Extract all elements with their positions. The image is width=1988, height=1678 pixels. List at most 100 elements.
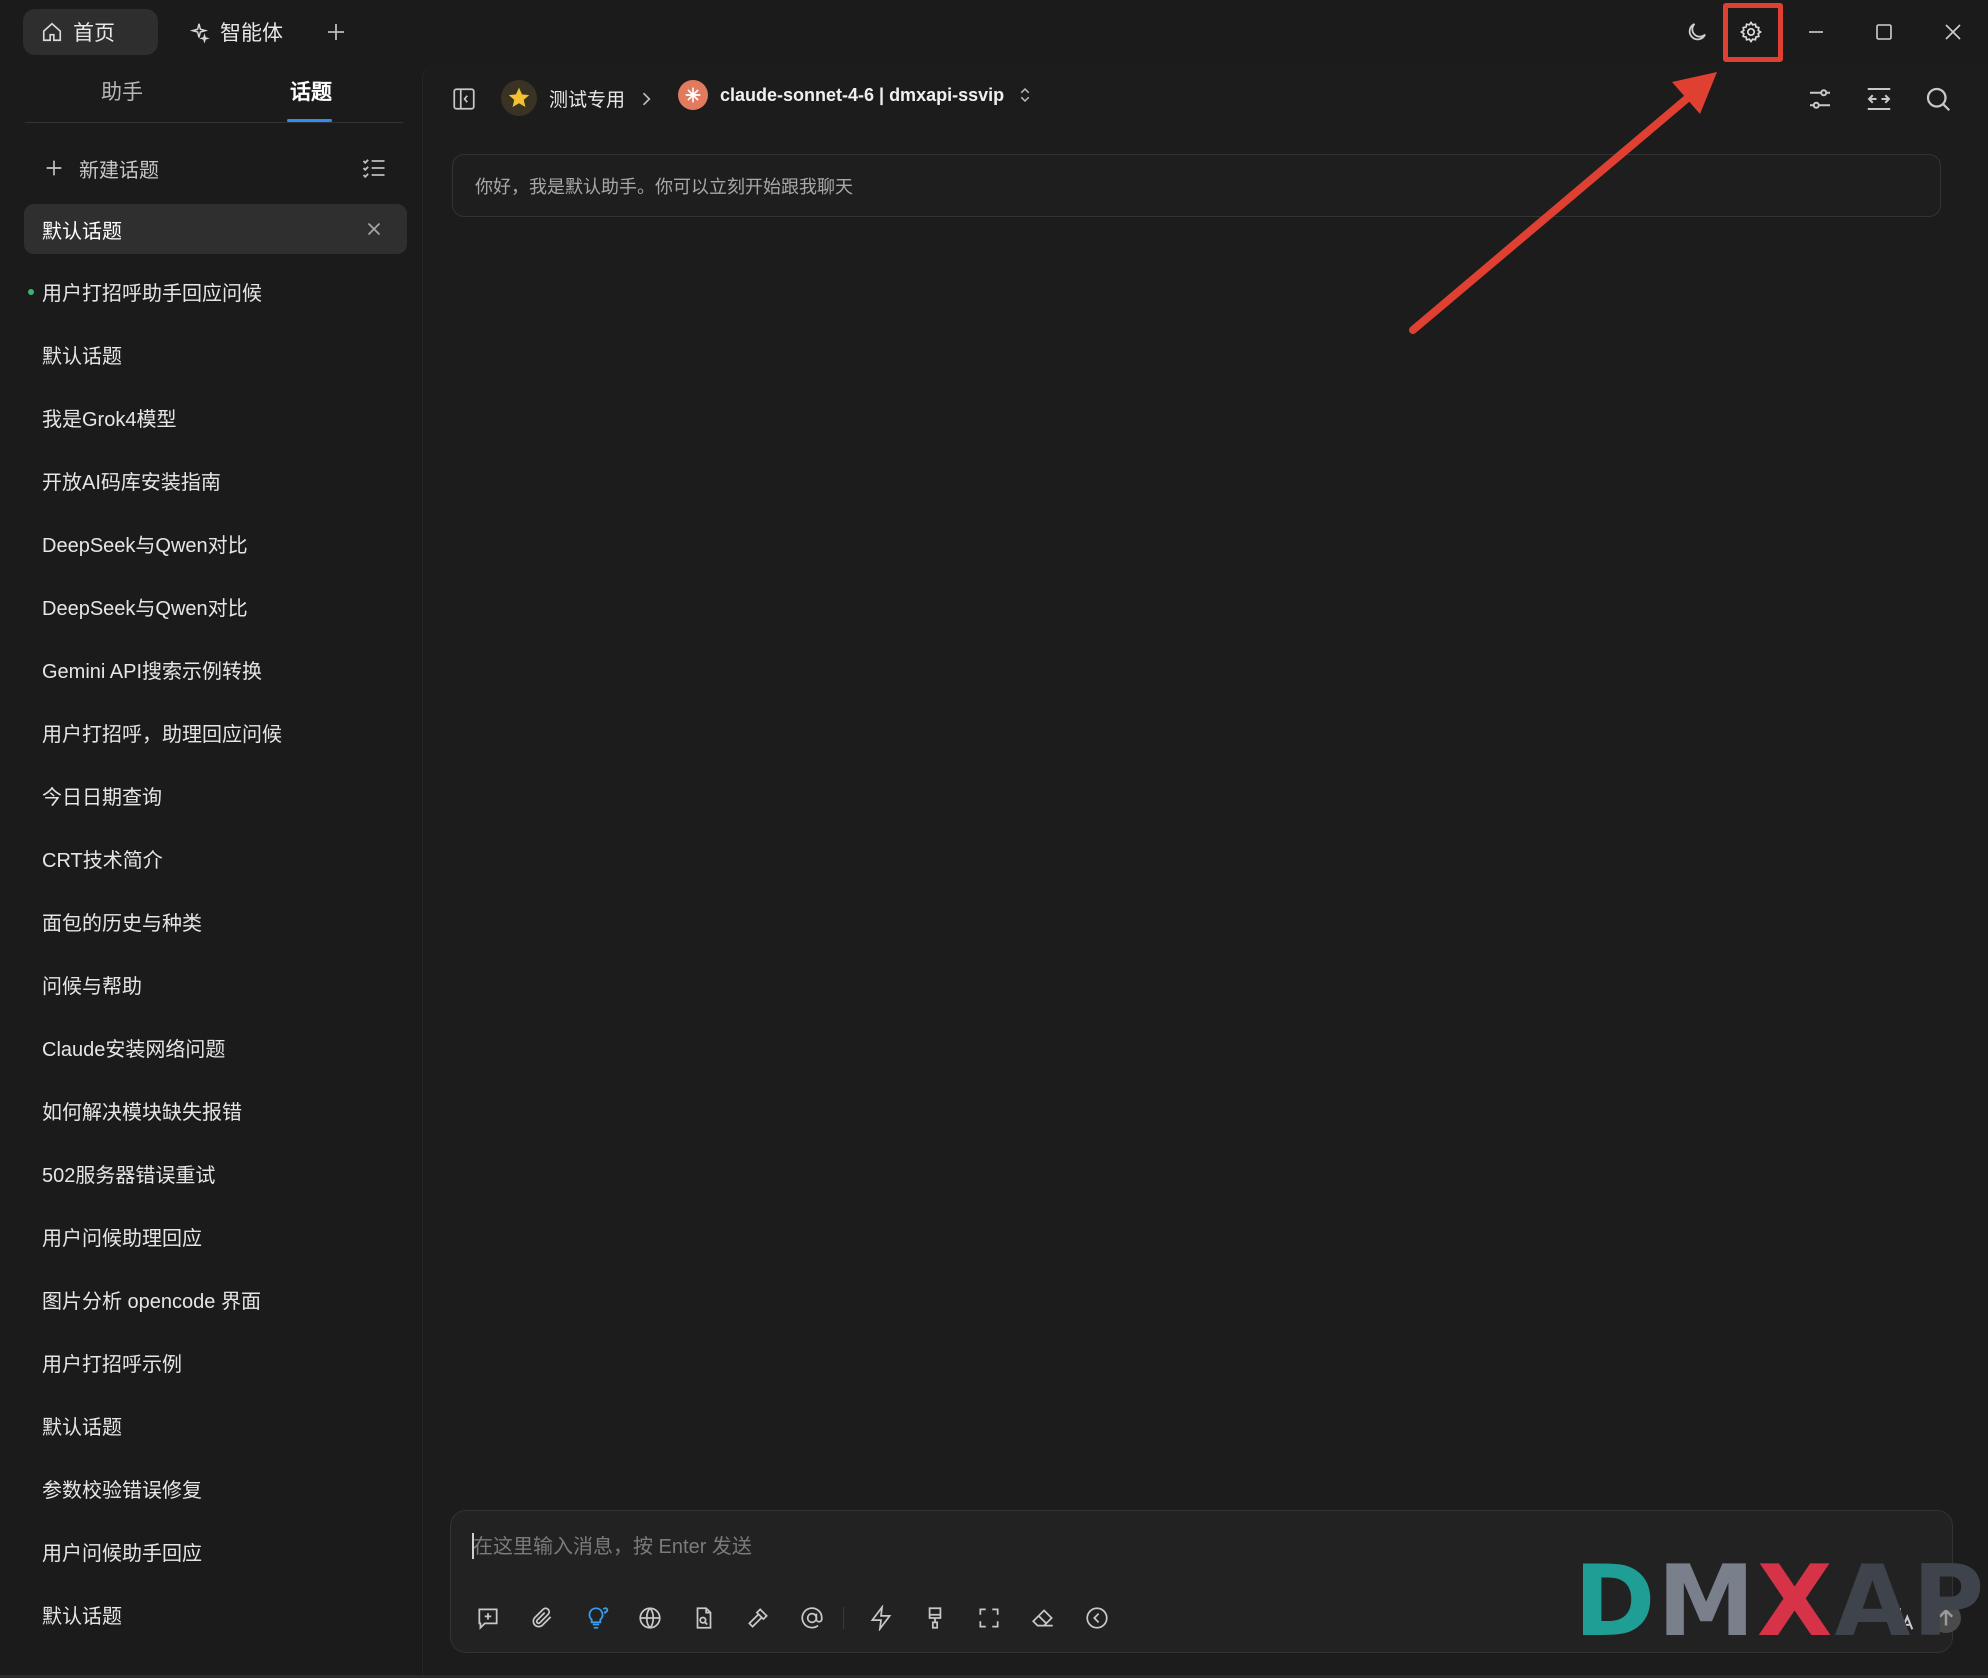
topic-label: CRT技术简介 [42, 850, 163, 872]
topic-label: 图片分析 opencode 界面 [42, 1291, 261, 1313]
settings-sliders-icon[interactable] [1805, 84, 1835, 114]
topic-label: 问候与帮助 [42, 976, 142, 998]
topic-item[interactable]: Gemini API搜索示例转换 [0, 638, 420, 701]
globe-icon [639, 1607, 661, 1629]
maximize-icon [1876, 24, 1892, 40]
topic-label: DeepSeek与Qwen对比 [42, 535, 248, 557]
topic-item[interactable]: DeepSeek与Qwen对比 [0, 512, 420, 575]
tab-home-label: 首页 [73, 22, 115, 45]
topic-item[interactable]: 今日日期查询 [0, 764, 420, 827]
tab-agents-label: 智能体 [220, 22, 283, 45]
assistant-selector[interactable]: 测试专用 [501, 80, 625, 116]
topic-item[interactable]: 默认话题 [0, 1394, 420, 1457]
topic-label: 用户打招呼，助理回应问候 [42, 724, 282, 746]
paint-brush-icon [928, 1607, 942, 1629]
topic-label: 面包的历史与种类 [42, 913, 202, 935]
expand-width-icon[interactable] [1864, 84, 1894, 114]
theme-toggle-button[interactable] [1674, 10, 1720, 54]
chevron-left-circle-icon [1086, 1607, 1108, 1629]
paperclip-icon [532, 1607, 552, 1628]
topic-label: 默认话题 [42, 1417, 122, 1439]
close-icon [1945, 24, 1961, 40]
home-icon [42, 22, 62, 42]
message-input[interactable] [471, 1527, 1571, 1567]
topic-label: 我是Grok4模型 [42, 409, 177, 431]
sparkle-icon [189, 23, 210, 43]
expand-icon [979, 1608, 999, 1628]
fullscreen-button[interactable] [972, 1601, 1006, 1635]
zap-icon [870, 1605, 892, 1631]
topic-label: Claude安装网络问题 [42, 1039, 226, 1061]
claude-logo-icon [678, 80, 708, 110]
topic-label: 如何解决模块缺失报错 [42, 1102, 242, 1124]
new-topic-tool-button[interactable] [471, 1601, 505, 1635]
close-icon[interactable] [363, 218, 385, 240]
new-topic-button[interactable]: 新建话题 [43, 150, 159, 186]
watermark-letter: M [1657, 1545, 1757, 1659]
tab-agents[interactable]: 智能体 [170, 9, 305, 55]
topic-active-label: 默认话题 [42, 220, 122, 243]
clear-format-button[interactable] [918, 1601, 952, 1635]
message-plus-icon [478, 1608, 498, 1630]
chat-panel: 测试专用 claude-sonnet-4-6 | dmxapi-ssvip 你好… [422, 64, 1988, 1678]
topic-item[interactable]: 开放AI码库安装指南 [0, 449, 420, 512]
topic-item[interactable]: 面包的历史与种类 [0, 890, 420, 953]
quick-phrases-button[interactable] [864, 1601, 898, 1635]
topic-label: 用户问候助理回应 [42, 1228, 202, 1250]
maximize-button[interactable] [1861, 10, 1907, 54]
moon-icon [1688, 23, 1706, 41]
watermark-letter: P [1912, 1545, 1987, 1659]
topic-item-active[interactable]: 默认话题 [24, 204, 407, 254]
topic-label: 参数校验错误修复 [42, 1480, 202, 1502]
file-search-icon [696, 1607, 712, 1629]
topic-item[interactable]: 用户打招呼示例 [0, 1331, 420, 1394]
clear-context-button[interactable] [1026, 1601, 1060, 1635]
topic-item[interactable]: 默认话题 [0, 323, 420, 386]
search-icon[interactable] [1923, 84, 1953, 114]
tab-home[interactable]: 首页 [23, 9, 158, 55]
topic-item[interactable]: 默认话题 [0, 1583, 420, 1646]
topic-item[interactable]: 我是Grok4模型 [0, 386, 420, 449]
sidebar-toggle-icon[interactable] [451, 86, 477, 112]
topic-item[interactable]: 用户问候助手回应 [0, 1520, 420, 1583]
chevron-updown-icon [1020, 87, 1030, 103]
segment-assistants[interactable]: 助手 [101, 76, 143, 106]
segment-topics[interactable]: 话题 [290, 76, 332, 106]
minimize-button[interactable] [1793, 10, 1839, 54]
list-checks-icon[interactable] [360, 154, 388, 182]
topic-item[interactable]: 图片分析 opencode 界面 [0, 1268, 420, 1331]
knowledge-base-button[interactable] [687, 1601, 721, 1635]
topic-item[interactable]: CRT技术简介 [0, 827, 420, 890]
model-selector[interactable]: claude-sonnet-4-6 | dmxapi-ssvip [678, 80, 1034, 110]
mcp-tools-button[interactable] [741, 1601, 775, 1635]
topic-item[interactable]: 参数校验错误修复 [0, 1457, 420, 1520]
lightbulb-icon [588, 1607, 609, 1629]
topic-item[interactable]: DeepSeek与Qwen对比 [0, 575, 420, 638]
topic-item[interactable]: 用户问候助理回应 [0, 1205, 420, 1268]
topic-item[interactable]: 用户打招呼助手回应问候 [0, 260, 420, 323]
close-window-button[interactable] [1930, 10, 1976, 54]
segment-divider [25, 122, 403, 123]
plus-icon [46, 160, 62, 176]
mention-model-button[interactable] [795, 1601, 829, 1635]
minimize-icon [1809, 31, 1823, 33]
new-topic-label: 新建话题 [79, 159, 159, 182]
topic-item[interactable]: 问候与帮助 [0, 953, 420, 1016]
topic-label: DeepSeek与Qwen对比 [42, 598, 248, 620]
topic-item[interactable]: Claude安装网络问题 [0, 1016, 420, 1079]
attach-button[interactable] [525, 1601, 559, 1635]
status-dot [28, 289, 34, 295]
thinking-button[interactable] [579, 1601, 613, 1635]
topic-label: 用户问候助手回应 [42, 1543, 202, 1565]
text-caret [472, 1533, 474, 1559]
chevron-right-icon [642, 92, 651, 106]
topic-item[interactable]: 如何解决模块缺失报错 [0, 1079, 420, 1142]
topic-item[interactable]: 502服务器错误重试 [0, 1142, 420, 1205]
web-search-button[interactable] [633, 1601, 667, 1635]
hammer-icon [748, 1608, 768, 1628]
add-tab-button[interactable] [318, 14, 354, 50]
collapse-button[interactable] [1080, 1601, 1114, 1635]
topic-item[interactable]: 用户打招呼，助理回应问候 [0, 701, 420, 764]
eraser-icon [1032, 1609, 1053, 1627]
watermark-letter: X [1756, 1545, 1835, 1659]
